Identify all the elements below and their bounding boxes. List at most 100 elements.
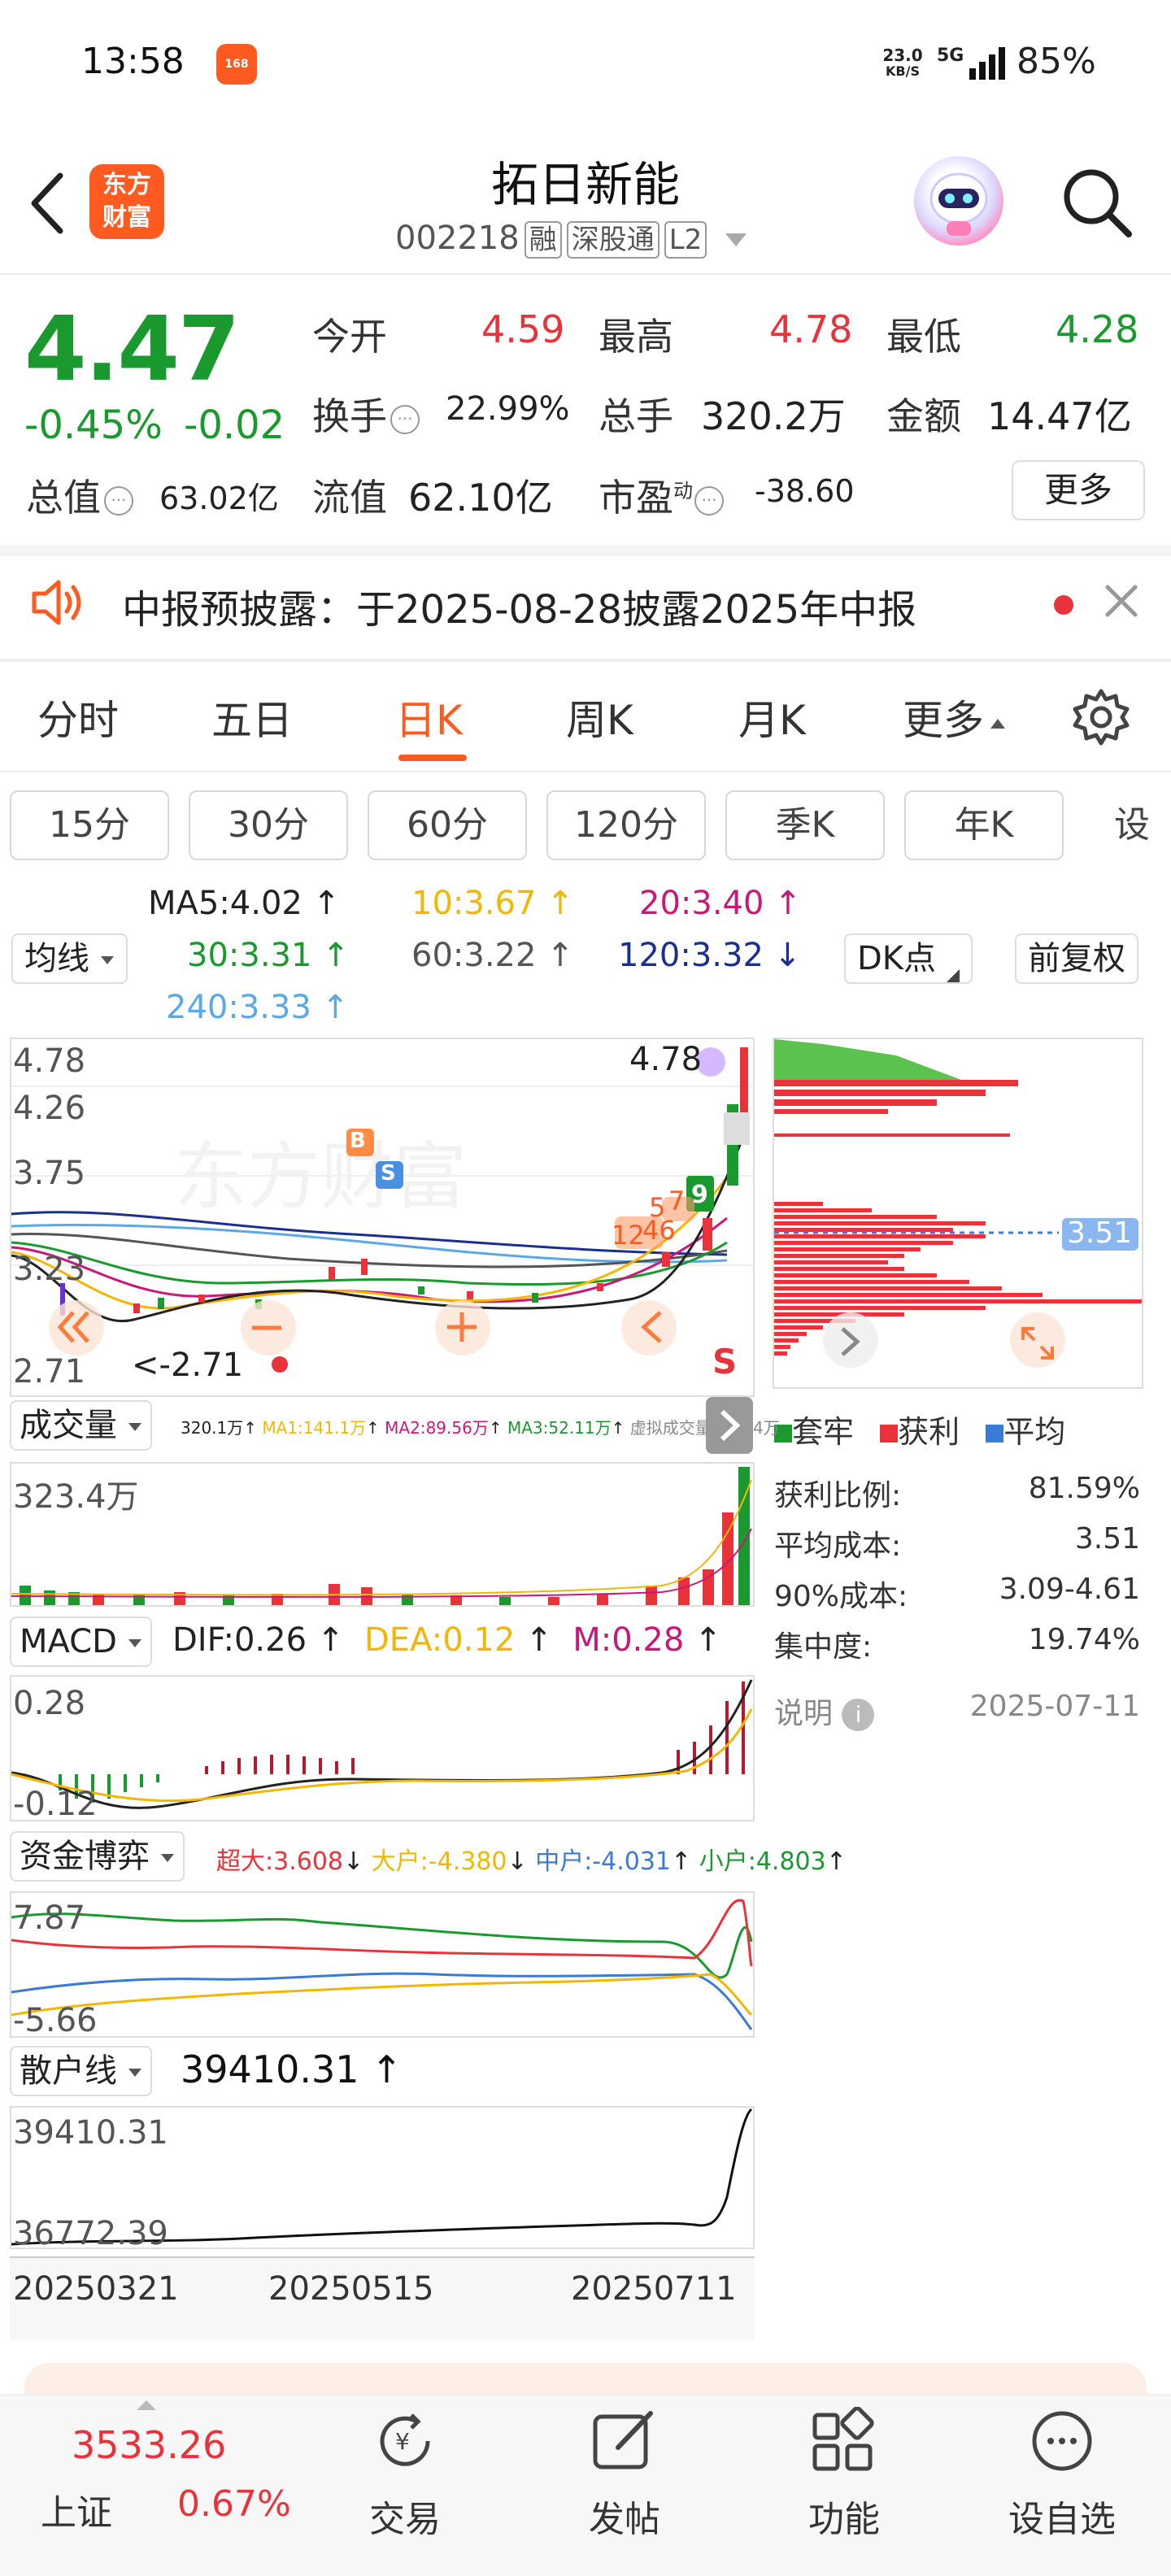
period-120min[interactable]: 120分 [546,790,706,860]
date-label: 20250711 [571,2270,737,2308]
volume-selector[interactable]: 成交量 [10,1400,152,1451]
tab-intraday[interactable]: 分时 [37,688,119,746]
ma20-legend: 20:3.40 ↑ [639,885,802,922]
net-speed-value: 23.0 [882,46,923,65]
fund-chart[interactable] [10,1891,755,2038]
fund-mid: 中户:-4.031 [535,1847,672,1876]
logo-line2: 财富 [102,203,151,232]
index-value[interactable]: 3533.26 [72,2423,226,2467]
legend-trapped: 套牢 [792,1414,855,1450]
macd-chart[interactable] [10,1675,755,1821]
retail-selector-label: 散户线 [20,2052,117,2090]
trade-icon[interactable]: ¥ [371,2407,439,2475]
fund-canvas [11,1899,753,2030]
chip-row-label: 获利比例: [774,1479,902,1512]
date-label: 20250515 [268,2270,434,2308]
prev-icon[interactable] [638,1309,667,1345]
period-settings[interactable]: 设 [1114,790,1150,860]
fund-selector[interactable]: 资金博弈 [10,1831,185,1882]
close-icon[interactable] [1099,579,1143,623]
index-change[interactable]: 0.67% [177,2483,291,2525]
header-divider [0,273,1171,275]
corner-triangle-icon [946,969,960,982]
eastmoney-logo[interactable]: 东方 财富 [89,164,164,239]
more-dots-icon[interactable]: ··· [104,485,133,516]
tab-more[interactable]: 更多 [903,688,1007,746]
collapse-panel-button[interactable] [706,1397,753,1454]
retail-legend: 39410.31 ↑ [181,2047,403,2091]
ma30-legend: 30:3.31 ↑ [187,937,350,974]
back-arrow-icon[interactable] [24,171,73,236]
legend-avg: 平均 [1003,1414,1066,1450]
period-60min[interactable]: 60分 [368,790,527,860]
zoom-in-icon[interactable] [444,1309,480,1345]
unread-dot [1054,595,1073,615]
tab-more-label: 更多 [903,697,984,744]
more-quote-button[interactable]: 更多 [1012,460,1145,520]
macd-m: M:0.28 [572,1621,685,1659]
chip-note-label: 说明 [774,1697,834,1730]
next-icon[interactable] [838,1325,862,1358]
tab-five-day[interactable]: 五日 [211,688,293,746]
period-year-k[interactable]: 年K [904,790,1064,860]
ma20-value: 20:3.40 [639,885,764,922]
gear-icon[interactable] [1072,688,1130,746]
nav-trade[interactable]: 交易 [340,2490,470,2542]
count-marker-12: 12 [612,1220,645,1251]
more-dots-icon[interactable]: ··· [390,404,420,434]
assistant-avatar[interactable] [914,156,1003,246]
nav-add-watchlist[interactable]: 设自选 [997,2490,1127,2542]
retail-selector[interactable]: 散户线 [10,2046,152,2096]
volume-legend: 320.1万↑ MA1:141.1万↑ MA2:89.56万↑ MA3:52.1… [181,1418,780,1438]
mktcap-value: 63.02亿 [159,481,279,516]
more-circle-icon[interactable] [1028,2407,1096,2475]
more-dots-icon[interactable]: ··· [694,485,724,516]
macd-legend: DIF:0.26 ↑ DEA:0.12 ↑ M:0.28 ↑ [172,1621,722,1659]
info-icon[interactable]: i [842,1699,875,1731]
watermark: 东方财富 [174,1134,467,1220]
battery-level: 85% [1016,41,1096,82]
change-percent: -0.45% [24,402,163,448]
stock-code-row[interactable]: 002218 融深股通 L2 [395,220,748,259]
sell-marker-label: S [381,1161,396,1186]
ma10-value: 10:3.67 [411,885,537,922]
nav-function[interactable]: 功能 [779,2490,909,2542]
caret-up-icon [990,718,1005,729]
chip-note[interactable]: 说明 i [774,1690,875,1732]
active-tab-indicator [398,755,467,761]
chip-distribution[interactable] [773,1038,1143,1389]
post-icon[interactable] [590,2407,659,2475]
dk-point-button[interactable]: DK点 [844,933,973,984]
macd-canvas [11,1679,753,1809]
average-line-selector[interactable]: 均线 [11,933,128,984]
chip-row-value: 19.74% [1028,1623,1140,1656]
adjust-mode-button[interactable]: 前复权 [1015,933,1138,984]
tag-margin: 融 [524,221,562,259]
nav-post[interactable]: 发帖 [559,2490,690,2542]
search-icon[interactable] [1057,163,1135,241]
notice-text[interactable]: 中报预披露：于2025-08-28披露2025年中报 [122,577,916,634]
tab-monthly-k[interactable]: 月K [738,688,806,746]
zoom-out-icon[interactable] [249,1314,285,1342]
turnover-value: 22.99% [446,390,570,428]
chip-price-tag: 3.51 [1067,1216,1133,1250]
ma60-value: 60:3.22 [411,937,537,974]
macd-dea: DEA:0.12 [364,1621,516,1659]
volume-current: 320.1万 [181,1418,244,1438]
sell-signal[interactable]: S [712,1342,737,1382]
macd-dif: DIF:0.26 [172,1621,307,1659]
index-name[interactable]: 上证 [41,2483,112,2535]
period-30min[interactable]: 30分 [189,790,348,860]
volume-ma1: MA1:141.1万 [262,1418,367,1438]
expand-icon[interactable] [1020,1325,1056,1361]
period-quarter-k[interactable]: 季K [725,790,885,860]
period-15min[interactable]: 15分 [10,790,169,860]
count-marker-46: 46 [642,1215,676,1246]
kline-axis-5: 2.71 [13,1353,86,1390]
macd-selector[interactable]: MACD [10,1617,152,1667]
fund-selector-label: 资金博弈 [20,1838,150,1875]
tab-weekly-k[interactable]: 周K [566,688,633,746]
rewind-icon[interactable] [55,1309,96,1345]
tab-daily-k[interactable]: 日K [395,688,463,746]
grid-icon[interactable] [810,2407,878,2475]
